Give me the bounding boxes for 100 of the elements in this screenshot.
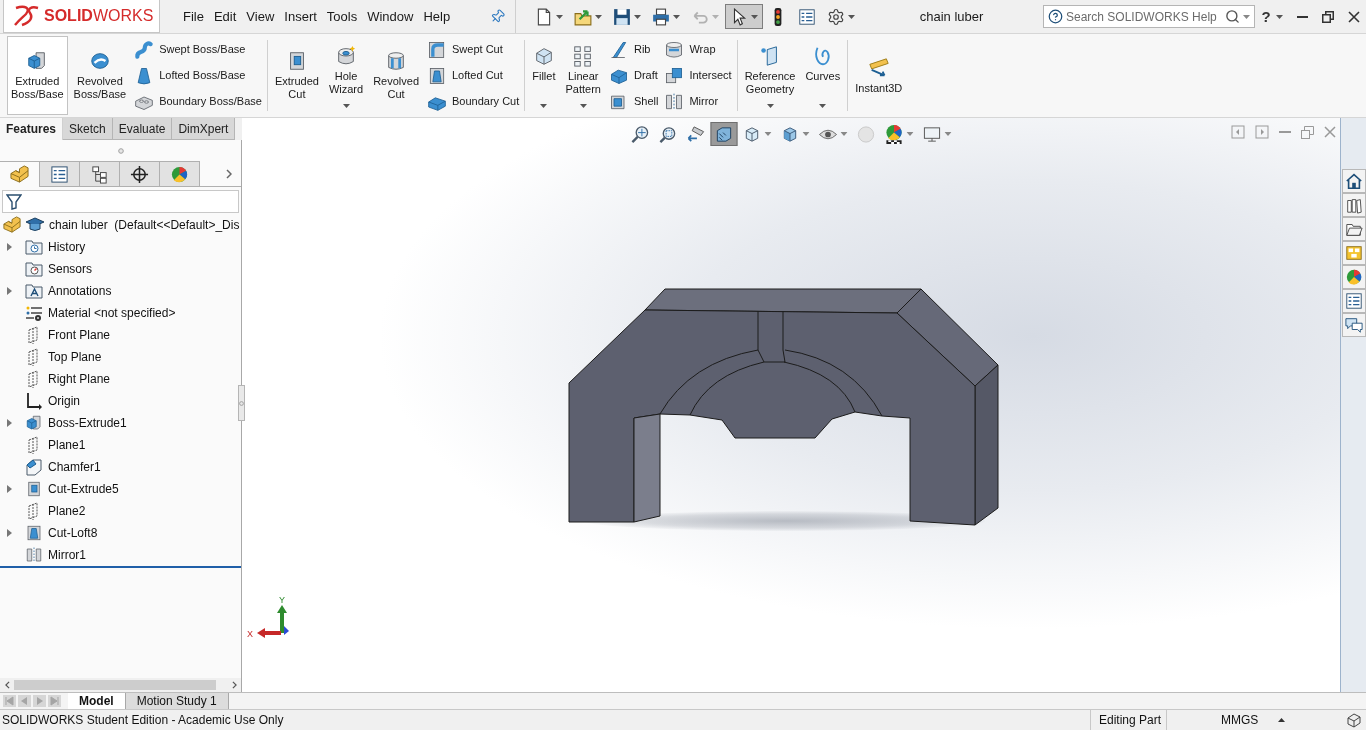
ribbon-button[interactable]: Fillet	[528, 36, 560, 115]
menu-item[interactable]: Window	[362, 10, 419, 23]
caret-down-icon	[634, 14, 641, 19]
ribbon-button[interactable]: Linear Pattern	[561, 36, 605, 115]
ribbon-button[interactable]: Intersect	[662, 64, 734, 87]
grip-icon	[239, 400, 244, 406]
menu-item[interactable]: Help	[418, 10, 456, 23]
restore-icon[interactable]	[1301, 125, 1314, 139]
restore-icon	[1322, 10, 1334, 23]
task-pane-button[interactable]	[1342, 217, 1366, 241]
task-pane-button[interactable]	[1342, 241, 1366, 265]
panel-right-icon[interactable]	[1255, 125, 1269, 139]
ribbon-button[interactable]: Swept Boss/Base	[132, 38, 264, 61]
command-tab[interactable]: Evaluate	[112, 118, 173, 140]
expand-arrow-icon[interactable]	[7, 419, 12, 427]
menu-item[interactable]: View	[241, 10, 280, 23]
manager-tab[interactable]	[80, 161, 120, 187]
scroll-right-icon	[232, 681, 237, 689]
status-mode: Editing Part	[1099, 714, 1162, 726]
task-pane-button[interactable]	[1342, 313, 1366, 337]
command-tab[interactable]: DimXpert	[172, 118, 236, 140]
crosshair-icon	[130, 164, 149, 184]
menu-item[interactable]: Edit	[208, 10, 242, 23]
ribbon-button[interactable]: Boundary Cut	[425, 90, 522, 113]
expand-arrow-icon[interactable]	[7, 243, 12, 251]
ribbon-button[interactable]: Lofted Boss/Base	[132, 64, 264, 87]
caret-down-icon	[712, 14, 719, 19]
ribbon-button[interactable]: Swept Cut	[425, 38, 522, 61]
units-button[interactable]: MMGS	[1221, 714, 1286, 726]
ribbon-button[interactable]: Curves	[801, 36, 845, 115]
tree-item[interactable]: Right Plane	[0, 368, 241, 390]
tree-item[interactable]: Origin	[0, 390, 241, 412]
ribbon-button[interactable]: Extruded Boss/Base	[7, 36, 68, 115]
manager-tab[interactable]	[40, 161, 80, 187]
caret-down-icon	[556, 14, 563, 19]
filter-field[interactable]	[2, 190, 239, 213]
ribbon-button[interactable]: Lofted Cut	[425, 64, 522, 87]
caret-down-icon	[540, 104, 548, 108]
ribbon-button[interactable]: Draft	[606, 64, 661, 87]
command-tab[interactable]: Features	[0, 118, 64, 140]
scrollbar-thumb[interactable]	[14, 680, 216, 690]
tree-item[interactable]: Plane1	[0, 434, 241, 456]
ribbon-button[interactable]: Revolved Boss/Base	[69, 36, 131, 115]
ribbon-button[interactable]: Wrap	[662, 38, 734, 61]
document-title: chain luber	[919, 10, 984, 23]
tree-item[interactable]: Front Plane	[0, 324, 241, 346]
list-gear-icon	[25, 304, 43, 322]
expand-arrow-icon[interactable]	[7, 529, 12, 537]
overlapping-boxes-icon	[664, 65, 685, 86]
ribbon-button[interactable]: Rib	[606, 38, 661, 61]
tree-item[interactable]: Boss-Extrude1	[0, 412, 241, 434]
bottom-tab[interactable]: Motion Study 1	[125, 693, 229, 709]
tree-item[interactable]: Top Plane	[0, 346, 241, 368]
ribbon-button[interactable]: Shell	[606, 90, 661, 113]
task-pane-button[interactable]	[1342, 265, 1366, 289]
ribbon-button[interactable]: Extruded Cut	[270, 36, 323, 115]
tree-item[interactable]: Annotations	[0, 280, 241, 302]
ribbon-button[interactable]: Revolved Cut	[369, 36, 423, 115]
help-circle-icon	[1048, 9, 1063, 24]
task-pane-button[interactable]	[1342, 193, 1366, 217]
caret-down-icon	[802, 132, 810, 136]
task-pane-button[interactable]	[1342, 169, 1366, 193]
tree-item[interactable]: Plane2	[0, 500, 241, 522]
filter-icon	[6, 193, 22, 210]
tree-item[interactable]: Chamfer1	[0, 456, 241, 478]
menu-item[interactable]: Insert	[279, 10, 322, 23]
task-pane-button[interactable]	[1342, 289, 1366, 313]
ribbon-button[interactable]: Reference Geometry	[740, 36, 800, 115]
logo-text: SOLIDWORKS	[44, 8, 154, 24]
tree-item[interactable]: chain luber (Default<<Default>_Dis	[0, 214, 241, 236]
horizontal-scrollbar[interactable]	[0, 678, 241, 692]
chat-bubbles-icon	[1345, 316, 1363, 334]
command-tab[interactable]: Sketch	[63, 118, 113, 140]
expand-arrow-icon[interactable]	[7, 287, 12, 295]
ring-icon	[88, 50, 111, 72]
manager-tab[interactable]	[120, 161, 160, 187]
books-icon	[1345, 196, 1363, 214]
tree-item[interactable]: Material <not specified>	[0, 302, 241, 324]
close-icon[interactable]	[1324, 126, 1336, 138]
help-button[interactable]: ?	[1255, 4, 1289, 29]
search-field[interactable]: Search SOLIDWORKS Help	[1043, 5, 1255, 28]
tree-item[interactable]: Mirror1	[0, 544, 241, 566]
menu-item[interactable]: Tools	[321, 10, 363, 23]
expand-arrow-icon[interactable]	[7, 485, 12, 493]
box-icon[interactable]	[1346, 712, 1362, 728]
tree-item[interactable]: Cut-Loft8	[0, 522, 241, 544]
menu-item[interactable]: File	[178, 10, 209, 23]
tree-item[interactable]: History	[0, 236, 241, 258]
splitter-handle[interactable]	[238, 385, 245, 421]
tree-item[interactable]: Cut-Extrude5	[0, 478, 241, 500]
ribbon-button[interactable]: Boundary Boss/Base	[132, 90, 264, 113]
ribbon-button[interactable]: Instant3D	[851, 36, 907, 115]
caret-up-icon	[1278, 718, 1286, 722]
caret-down-icon	[342, 104, 350, 108]
bottom-tab[interactable]: Model	[68, 693, 126, 709]
tree-item[interactable]: Sensors	[0, 258, 241, 280]
toolbar-button[interactable]	[725, 4, 763, 29]
panel-left-icon[interactable]	[1231, 125, 1245, 139]
ribbon-button[interactable]: Hole Wizard	[324, 36, 368, 115]
ribbon-button[interactable]: Mirror	[662, 90, 734, 113]
